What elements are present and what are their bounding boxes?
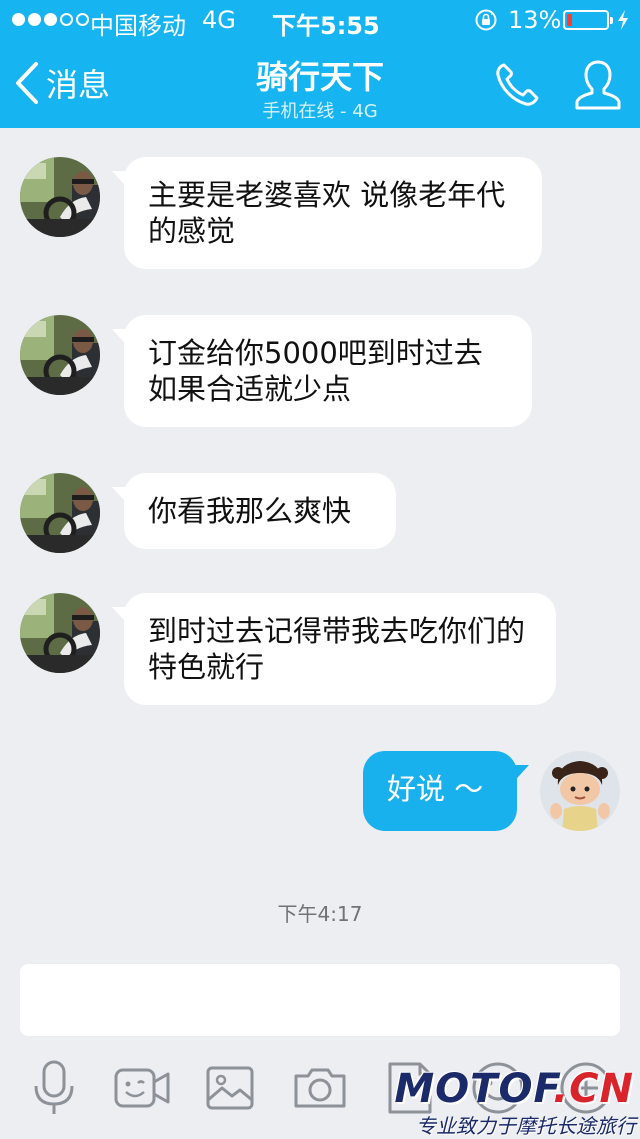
message-input[interactable]	[20, 964, 620, 1036]
message-bubble-incoming[interactable]: 你看我那么爽快	[112, 473, 396, 549]
charging-bolt-icon	[618, 10, 628, 30]
message-text: 主要是老婆喜欢 说像老年代的感觉	[148, 178, 506, 248]
status-bar: 中国移动 4G 下午5:55 13%	[0, 0, 640, 40]
camera-icon[interactable]	[290, 1058, 350, 1118]
message-bubble-incoming[interactable]: 订金给你5000吧到时过去如果合适就少点	[112, 315, 532, 427]
message-bubble-outgoing[interactable]: 好说 ～	[363, 751, 529, 831]
image-icon[interactable]	[200, 1058, 260, 1118]
header: 中国移动 4G 下午5:55 13% 消息 骑行天下 手机在线 - 4G	[0, 0, 640, 128]
chevron-left-icon	[16, 62, 38, 104]
driver-photo	[20, 157, 100, 237]
driver-photo	[20, 473, 100, 553]
contact-avatar[interactable]	[20, 315, 100, 395]
contact-avatar[interactable]	[20, 473, 100, 553]
watermark-slogan: 专业致力于摩托长途旅行	[416, 1114, 636, 1138]
video-icon[interactable]	[112, 1058, 172, 1118]
back-label: 消息	[46, 66, 111, 104]
signal-strength-icon	[12, 13, 89, 26]
watermark: MOTOF.CN 专业致力于摩托长途旅行	[394, 1064, 640, 1138]
battery-fill	[567, 14, 572, 26]
microphone-icon[interactable]	[24, 1058, 84, 1118]
driver-photo	[20, 593, 100, 673]
contact-avatar[interactable]	[20, 593, 100, 673]
message-bubble-incoming[interactable]: 主要是老婆喜欢 说像老年代的感觉	[112, 157, 542, 269]
watermark-main: MOTOF	[394, 1066, 553, 1112]
message-text: 好说 ～	[387, 772, 484, 806]
message-text: 订金给你5000吧到时过去如果合适就少点	[148, 336, 483, 406]
contact-avatar[interactable]	[20, 157, 100, 237]
message-bubble-incoming[interactable]: 到时过去记得带我去吃你们的特色就行	[112, 593, 556, 705]
network-type: 4G	[202, 6, 236, 34]
battery-icon	[563, 10, 613, 30]
driver-photo	[20, 315, 100, 395]
battery-percent: 13%	[508, 6, 562, 34]
rotation-lock-icon	[475, 9, 497, 31]
carrier-name: 中国移动	[90, 12, 186, 40]
watermark-suffix: .CN	[552, 1066, 634, 1112]
status-time: 下午5:55	[272, 12, 380, 40]
watermark-logo: MOTOF.CN	[394, 1066, 634, 1112]
phone-icon[interactable]	[492, 60, 542, 110]
back-button[interactable]: 消息	[14, 58, 110, 108]
message-timestamp: 下午4:17	[277, 902, 363, 926]
message-text: 你看我那么爽快	[148, 494, 352, 528]
my-avatar[interactable]	[540, 751, 620, 831]
message-text: 到时过去记得带我去吃你们的特色就行	[148, 614, 526, 684]
cartoon-child-avatar	[540, 751, 620, 831]
profile-icon[interactable]	[574, 58, 622, 112]
